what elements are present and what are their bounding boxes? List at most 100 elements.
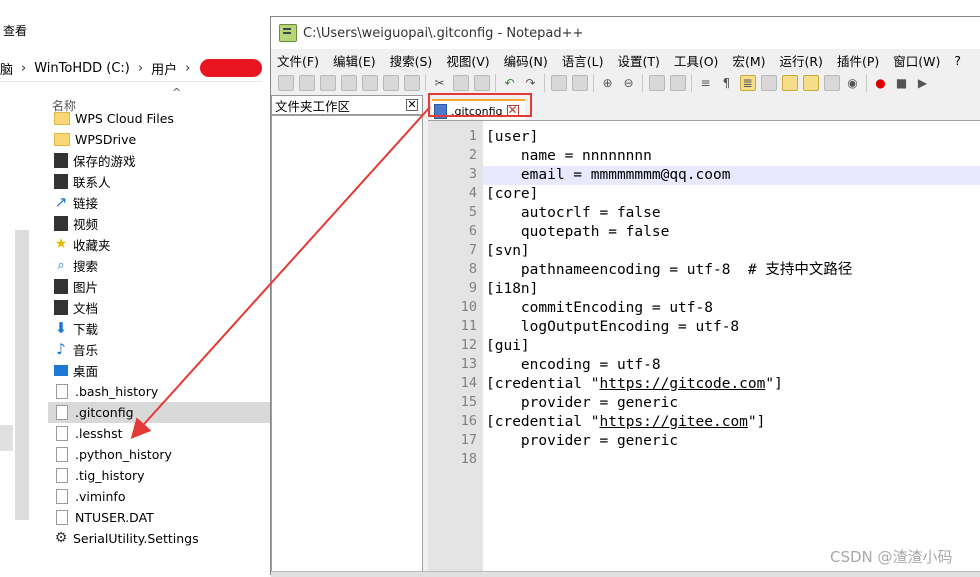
monitoring-icon[interactable]: ◉ xyxy=(845,75,861,91)
file-list-item[interactable]: WPSDrive xyxy=(48,129,272,150)
code-line[interactable]: provider = generic xyxy=(483,394,980,413)
function-list-icon[interactable] xyxy=(802,75,819,91)
paste-icon[interactable] xyxy=(473,75,490,91)
print-icon[interactable] xyxy=(403,75,420,91)
code-line[interactable]: pathnameencoding = utf-8 # 支持中文路径 xyxy=(483,261,980,280)
file-list-item[interactable]: ⬇ 下载 xyxy=(48,318,272,339)
breadcrumb-users[interactable]: 用户 xyxy=(151,59,177,78)
breadcrumb-pc[interactable]: 脑 xyxy=(0,59,13,78)
code-line[interactable]: [gui] xyxy=(483,337,980,356)
copy-icon[interactable] xyxy=(452,75,469,91)
stop-macro-icon[interactable]: ■ xyxy=(894,75,910,91)
indent-guide-icon[interactable]: ≣ xyxy=(739,75,756,91)
code-line[interactable]: [core] xyxy=(483,185,980,204)
zoom-out-icon[interactable]: ⊖ xyxy=(621,75,637,91)
file-name: 下载 xyxy=(73,322,99,337)
file-list-item[interactable]: WPS Cloud Files xyxy=(48,108,272,129)
link-icon: ↗ xyxy=(54,193,68,211)
save-icon[interactable] xyxy=(319,75,336,91)
show-all-chars-icon[interactable]: ¶ xyxy=(719,75,735,91)
word-wrap-icon[interactable]: ≡ xyxy=(698,75,714,91)
file-list-item[interactable]: .gitconfig xyxy=(48,402,272,423)
file-list-item[interactable]: ♪ 音乐 xyxy=(48,339,272,360)
menu-item[interactable]: 工具(O) xyxy=(674,51,719,70)
file-list-item[interactable]: .lesshst xyxy=(48,423,272,444)
file-list-item[interactable]: .tig_history xyxy=(48,465,272,486)
menu-item[interactable]: 视图(V) xyxy=(446,51,489,70)
menu-item[interactable]: 宏(M) xyxy=(732,51,765,70)
menu-item[interactable]: 插件(P) xyxy=(837,51,879,70)
code-line[interactable]: logOutputEncoding = utf-8 xyxy=(483,318,980,337)
url-link[interactable]: https://gitcode.com xyxy=(600,376,766,392)
menu-item[interactable]: 设置(T) xyxy=(617,51,659,70)
menu-item[interactable]: 运行(R) xyxy=(779,51,822,70)
file-list-item[interactable]: ★ 收藏夹 xyxy=(48,234,272,255)
cut-icon[interactable]: ✂ xyxy=(432,75,448,91)
play-macro-icon[interactable]: ▶ xyxy=(915,75,931,91)
sync-horizontal-icon[interactable] xyxy=(669,75,686,91)
menu-item[interactable]: 搜索(S) xyxy=(390,51,433,70)
folder-workspace-icon[interactable] xyxy=(823,75,840,91)
scrollbar[interactable] xyxy=(15,230,29,520)
zoom-in-icon[interactable]: ⊕ xyxy=(600,75,616,91)
code-line[interactable]: autocrlf = false xyxy=(483,204,980,223)
code-line[interactable]: [credential "https://gitee.com"] xyxy=(483,413,980,432)
code-line[interactable]: name = nnnnnnnn xyxy=(483,147,980,166)
redo-icon[interactable]: ↷ xyxy=(523,75,539,91)
address-bar[interactable]: 脑 › WinToHDD (C:) › 用户 › xyxy=(0,55,262,82)
sort-up-icon[interactable]: ^ xyxy=(172,86,181,99)
code-line[interactable]: [svn] xyxy=(483,242,980,261)
code-line[interactable]: email = mmmmmmmm@qq.coom xyxy=(483,166,980,185)
menu-item[interactable]: 编码(N) xyxy=(504,51,548,70)
file-list-item[interactable]: 文档 xyxy=(48,297,272,318)
toolbar-separator xyxy=(691,74,692,92)
code-line[interactable]: encoding = utf-8 xyxy=(483,356,980,375)
code-line[interactable] xyxy=(483,451,980,470)
code-line[interactable]: [user] xyxy=(483,128,980,147)
user-language-icon[interactable] xyxy=(760,75,777,91)
workspace-tree[interactable] xyxy=(271,115,423,576)
file-list-item[interactable]: ↗ 链接 xyxy=(48,192,272,213)
code-line[interactable]: [i18n] xyxy=(483,280,980,299)
new-file-icon[interactable] xyxy=(277,75,294,91)
file-list-item[interactable]: ⚙ SerialUtility.Settings xyxy=(48,528,272,549)
file-list-item[interactable]: NTUSER.DAT xyxy=(48,507,272,528)
menu-item[interactable]: 语言(L) xyxy=(562,51,604,70)
document-map-icon[interactable] xyxy=(781,75,798,91)
menu-item[interactable]: 编辑(E) xyxy=(333,51,376,70)
replace-icon[interactable] xyxy=(571,75,588,91)
nav-pane-scrollbar[interactable] xyxy=(0,425,13,451)
save-all-icon[interactable] xyxy=(340,75,357,91)
toolbar-separator xyxy=(425,74,426,92)
menu-view[interactable]: 查看 xyxy=(3,22,27,39)
menu-item[interactable]: 窗口(W) xyxy=(893,51,940,70)
file-list-item[interactable]: .bash_history xyxy=(48,381,272,402)
record-macro-icon[interactable]: ● xyxy=(873,75,889,91)
editor[interactable]: 1 2 3 4 5 6 7 8 9 10 11 12 13 14 15 16 17 18 [user] name … xyxy=(428,120,980,577)
file-list-item[interactable]: 图片 xyxy=(48,276,272,297)
sync-vertical-icon[interactable] xyxy=(648,75,665,91)
file-list-item[interactable]: 联系人 xyxy=(48,171,272,192)
file-list-item[interactable]: ⌕ 搜索 xyxy=(48,255,272,276)
code-line[interactable]: provider = generic xyxy=(483,432,980,451)
code-line[interactable]: [credential "https://gitcode.com"] xyxy=(483,375,980,394)
menu-item[interactable]: 文件(F) xyxy=(277,51,319,70)
code-line[interactable]: quotepath = false xyxy=(483,223,980,242)
file-list-item[interactable]: .python_history xyxy=(48,444,272,465)
code-line[interactable]: commitEncoding = utf-8 xyxy=(483,299,980,318)
line-number: 9 xyxy=(468,280,477,296)
close-icon[interactable]: ✕ xyxy=(406,99,418,111)
open-file-icon[interactable] xyxy=(298,75,315,91)
breadcrumb-drive[interactable]: WinToHDD (C:) xyxy=(34,61,130,76)
file-list-item[interactable]: 视频 xyxy=(48,213,272,234)
file-list-item[interactable]: 保存的游戏 xyxy=(48,150,272,171)
file-list-item[interactable]: .viminfo xyxy=(48,486,272,507)
menu-item[interactable]: ? xyxy=(954,53,961,68)
close-all-icon[interactable] xyxy=(382,75,399,91)
url-link[interactable]: https://gitee.com xyxy=(600,414,748,430)
close-file-icon[interactable] xyxy=(361,75,378,91)
find-icon[interactable] xyxy=(550,75,567,91)
code-area[interactable]: [user] name = nnnnnnnn email = mmmmmmmm@… xyxy=(483,121,980,577)
undo-icon[interactable]: ↶ xyxy=(502,75,518,91)
file-list-item[interactable]: 桌面 xyxy=(48,360,272,381)
